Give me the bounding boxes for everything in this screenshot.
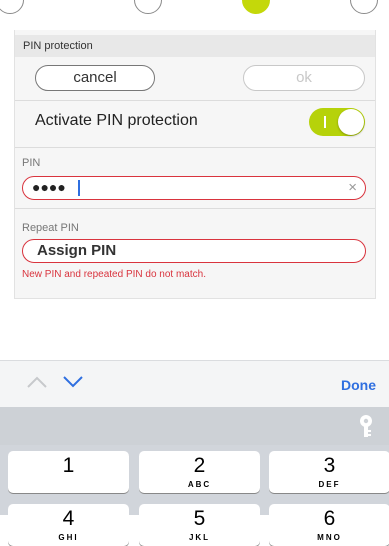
menu-circle-icon[interactable] <box>134 0 162 14</box>
toggle-knob <box>338 109 364 135</box>
toggle-on-mark <box>324 116 326 128</box>
repeat-pin-label: Repeat PIN <box>22 222 79 234</box>
section-title: PIN protection <box>23 40 93 52</box>
activate-pin-toggle[interactable] <box>309 108 365 136</box>
grid-circle-icon[interactable] <box>350 0 378 14</box>
key-digit: 5 <box>193 507 206 530</box>
text-caret <box>78 180 80 196</box>
ok-button[interactable]: ok <box>243 65 365 91</box>
pin-label: PIN <box>22 157 41 169</box>
pin-input[interactable]: ●●●● × <box>22 176 366 200</box>
key-4[interactable]: 4 GHI <box>8 504 129 546</box>
activate-pin-row: Activate PIN protection <box>15 100 375 147</box>
pin-mismatch-error: New PIN and repeated PIN do not match. <box>22 269 206 280</box>
key-letters: MNO <box>317 533 342 542</box>
keyboard-accessory-bar: Done <box>0 360 389 408</box>
clear-icon[interactable]: × <box>348 179 357 196</box>
pin-protection-panel: PIN protection cancel ok Activate PIN pr… <box>14 30 376 299</box>
key-letters: JKL <box>188 533 211 542</box>
cancel-button[interactable]: cancel <box>35 65 155 91</box>
repeat-pin-row: Repeat PIN Assign PIN New PIN and repeat… <box>15 208 375 297</box>
top-icon-strip <box>0 0 389 30</box>
settings-circle-icon[interactable] <box>242 0 270 14</box>
done-button[interactable]: Done <box>341 377 376 393</box>
key-3[interactable]: 3 DEF <box>269 451 389 493</box>
repeat-pin-input[interactable]: Assign PIN <box>22 239 366 263</box>
key-2[interactable]: 2 ABC <box>139 451 260 493</box>
back-circle-icon[interactable] <box>0 0 24 14</box>
key-letters: DEF <box>318 480 341 489</box>
key-digit: 2 <box>193 454 206 477</box>
key-digit: 4 <box>62 507 75 530</box>
key-6[interactable]: 6 MNO <box>269 504 389 546</box>
key-1[interactable]: 1 <box>8 451 129 493</box>
key-5[interactable]: 5 JKL <box>139 504 260 546</box>
activate-pin-label: Activate PIN protection <box>35 112 198 129</box>
section-header: PIN protection <box>15 35 375 57</box>
key-digit: 6 <box>323 507 336 530</box>
key-letters: ABC <box>187 480 212 489</box>
keyboard-top-bar <box>0 407 389 445</box>
key-letters: GHI <box>58 533 79 542</box>
chevron-up-icon[interactable] <box>26 375 48 389</box>
key-digit: 3 <box>323 454 336 477</box>
pin-row: PIN ●●●● × <box>15 147 375 208</box>
numeric-keyboard: 1 2 ABC 3 DEF 4 GHI 5 JKL 6 MNO <box>0 407 389 546</box>
repeat-pin-placeholder: Assign PIN <box>37 242 117 259</box>
chevron-down-icon[interactable] <box>62 375 84 389</box>
pin-masked-value: ●●●● <box>32 179 66 195</box>
key-icon[interactable] <box>355 413 377 439</box>
key-digit: 1 <box>62 454 75 477</box>
